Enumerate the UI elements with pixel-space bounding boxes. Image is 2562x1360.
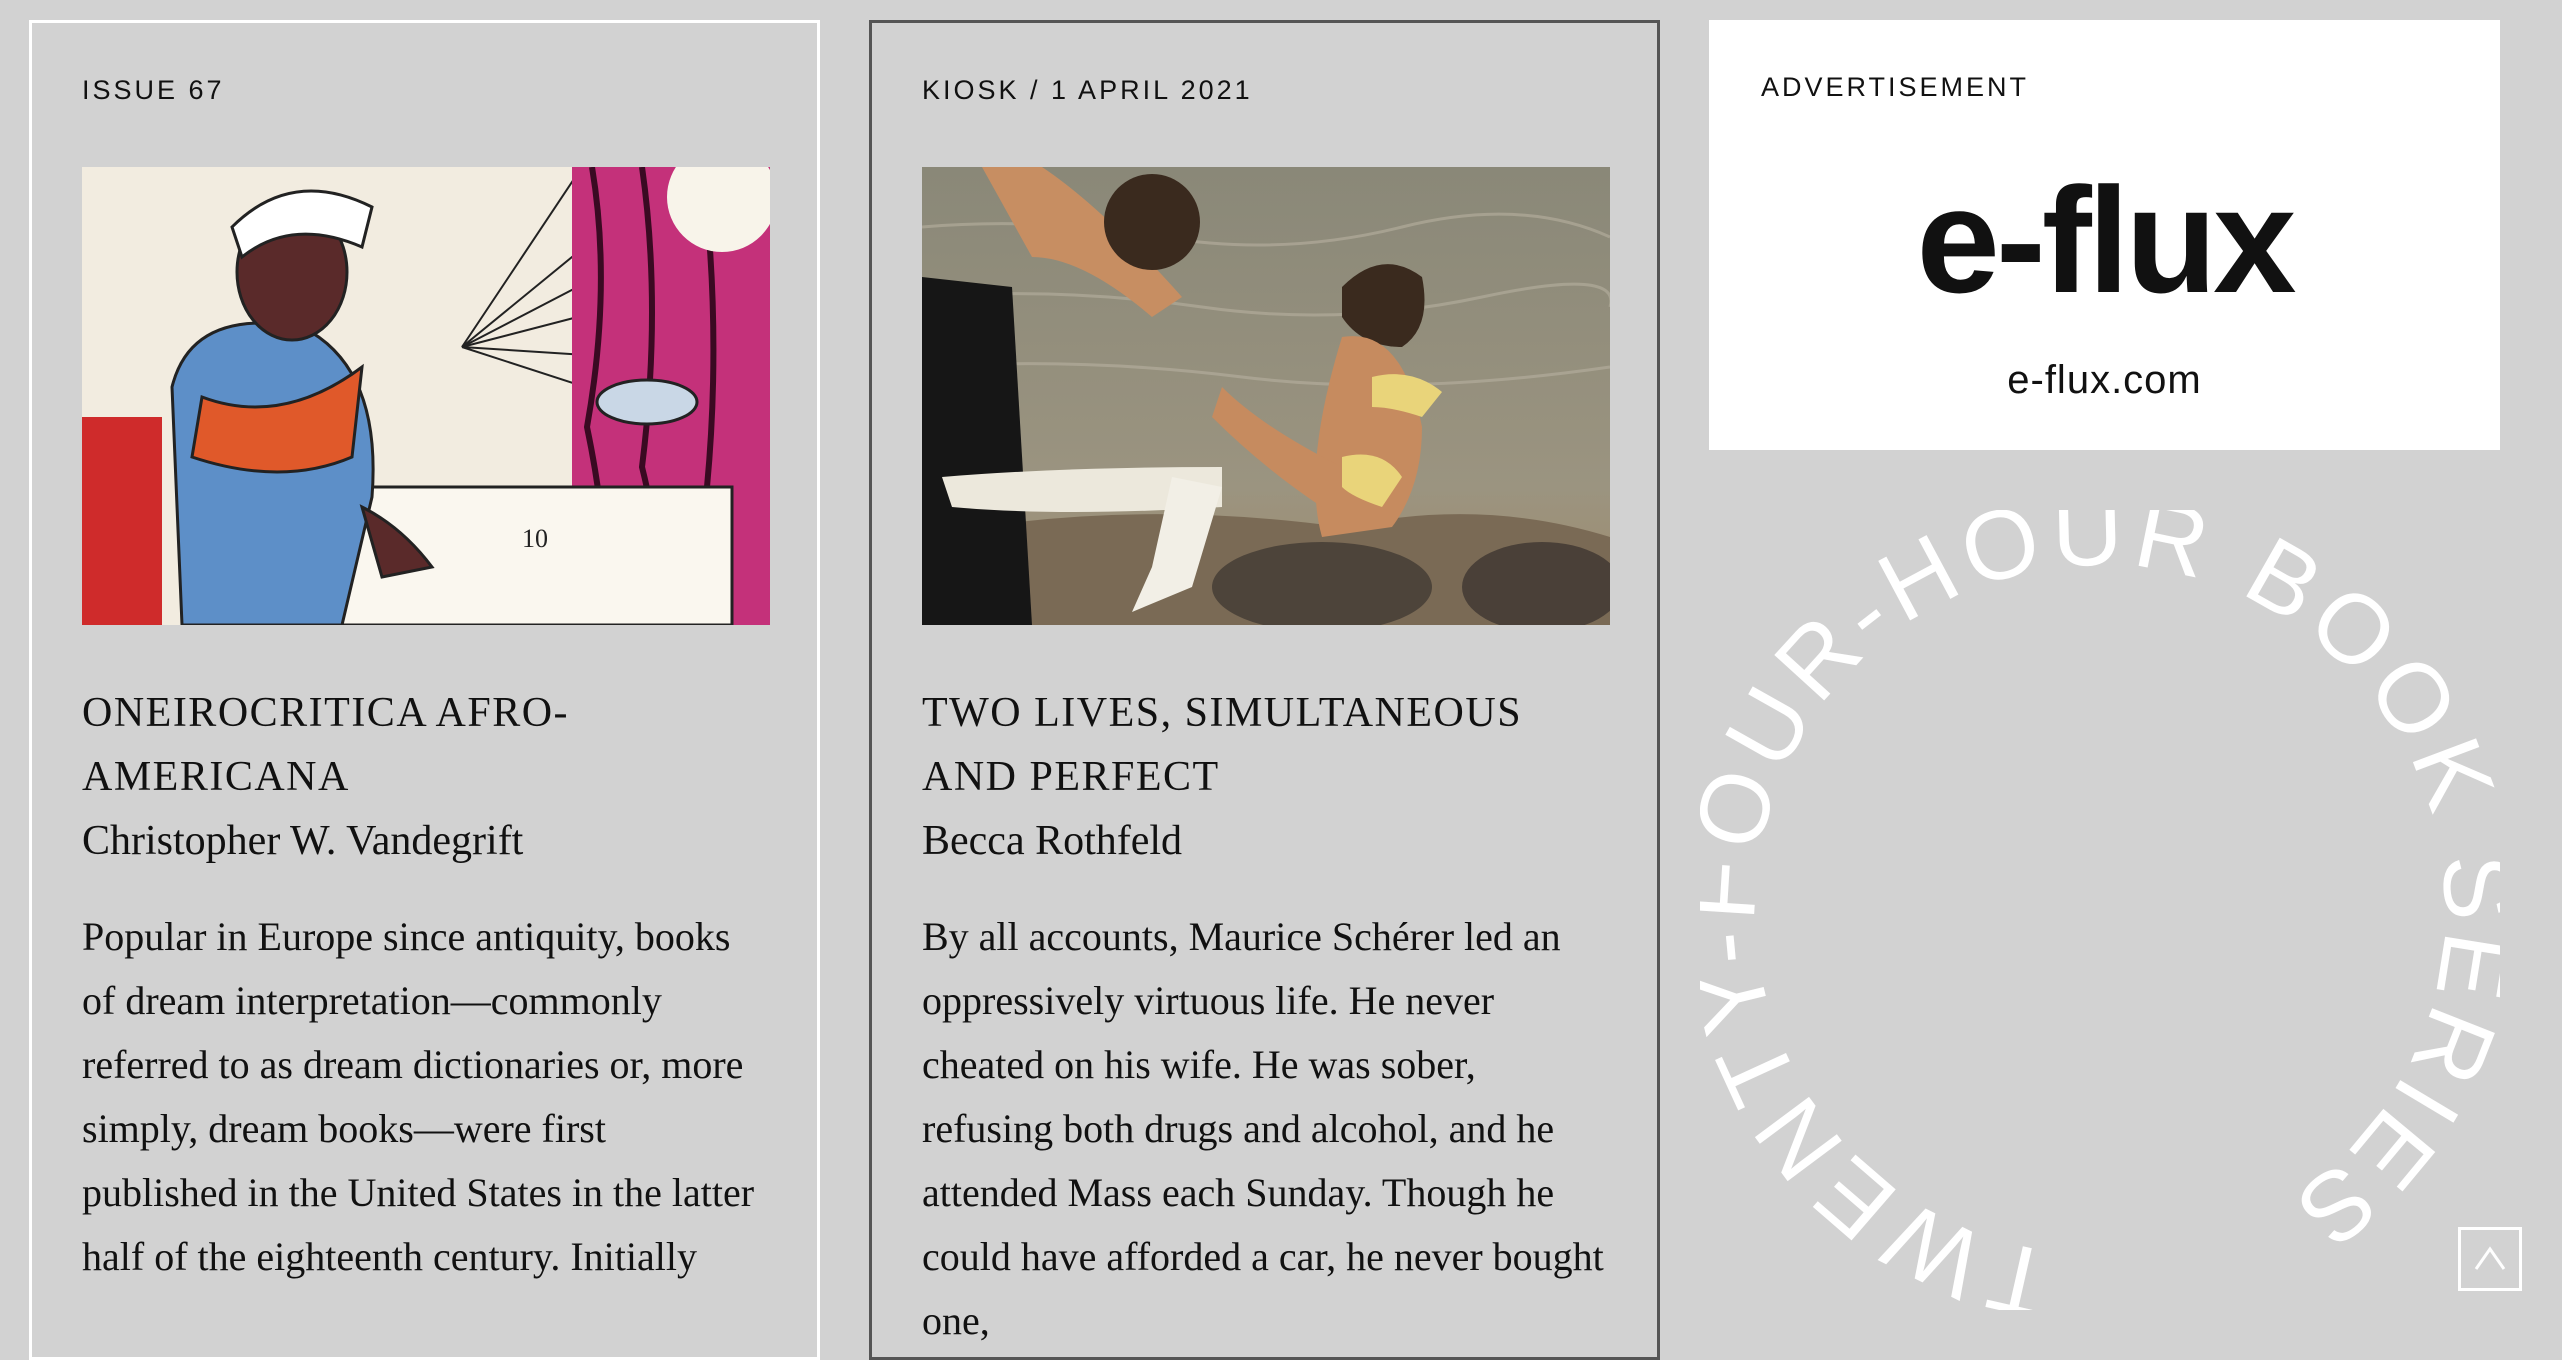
article-title[interactable]: TWO LIVES, SIMULTANEOUS AND PERFECT bbox=[922, 681, 1607, 809]
svg-text:TWENTY-FOUR-HOUR BOOK SERIES: TWENTY-FOUR-HOUR BOOK SERIES bbox=[1700, 510, 2500, 1310]
article-excerpt: Popular in Europe since antiquity, books… bbox=[82, 914, 755, 1279]
card-kicker[interactable]: ISSUE 67 bbox=[82, 73, 767, 107]
caret-up-icon bbox=[2474, 1246, 2506, 1270]
article-author[interactable]: Becca Rothfeld bbox=[922, 809, 1607, 873]
svg-text:10: 10 bbox=[522, 524, 548, 553]
e-flux-logo[interactable]: e-flux bbox=[1709, 165, 2500, 315]
article-title[interactable]: ONEIROCRITICA AFRO-AMERICANA bbox=[82, 681, 767, 809]
advertisement-box[interactable]: ADVERTISEMENT e-flux e-flux.com bbox=[1709, 20, 2500, 450]
ad-kicker: ADVERTISEMENT bbox=[1761, 72, 2030, 102]
article-card-two-lives[interactable]: KIOSK / 1 APRIL 2021 TWO LIVES, SIMULTAN… bbox=[869, 20, 1660, 1360]
article-author[interactable]: Christopher W. Vandegrift bbox=[82, 809, 767, 873]
article-thumbnail[interactable]: 10 bbox=[82, 167, 770, 625]
scroll-to-top-button[interactable] bbox=[2458, 1227, 2522, 1291]
article-excerpt: By all accounts, Maurice Schérer led an … bbox=[922, 914, 1604, 1343]
card-kicker[interactable]: KIOSK / 1 APRIL 2021 bbox=[922, 73, 1607, 107]
article-thumbnail[interactable] bbox=[922, 167, 1610, 625]
article-card-oneirocritica[interactable]: ISSUE 67 10 ONEIROCRITICA AFRO-AMERICANA… bbox=[29, 20, 820, 1360]
book-series-promo[interactable]: TWENTY-FOUR-HOUR BOOK SERIES bbox=[1665, 475, 2529, 1341]
circular-series-text[interactable]: TWENTY-FOUR-HOUR BOOK SERIES bbox=[1665, 475, 2529, 1341]
ad-url-link[interactable]: e-flux.com bbox=[1709, 358, 2500, 403]
